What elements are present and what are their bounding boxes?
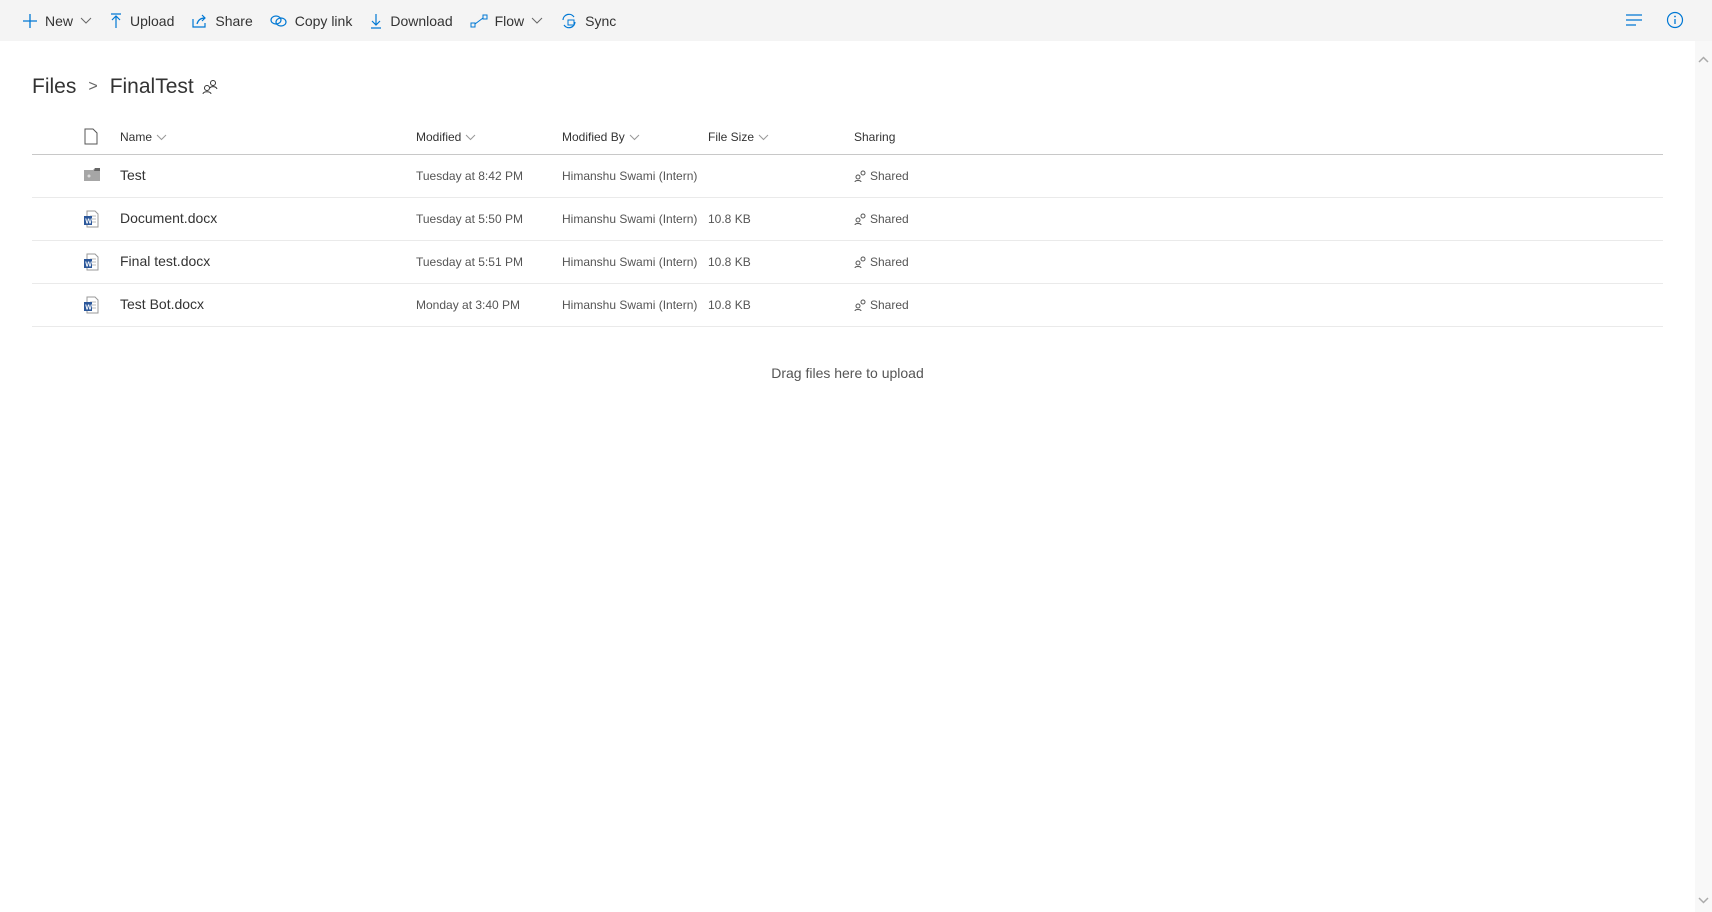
- file-type-icon[interactable]: [84, 128, 98, 145]
- chevron-down-icon: [466, 134, 476, 140]
- shared-people-icon: [854, 256, 866, 268]
- sharing-label: Shared: [870, 298, 909, 312]
- file-row[interactable]: W Test Bot.docx Monday at 3:40 PM Himans…: [32, 284, 1663, 327]
- shared-people-icon: [854, 299, 866, 311]
- sync-button[interactable]: Sync: [560, 12, 616, 30]
- command-bar: New Upload Share Copy link Download Flow…: [0, 0, 1712, 41]
- scroll-up-icon[interactable]: [1698, 56, 1709, 63]
- sharing-status[interactable]: Shared: [854, 255, 909, 269]
- modified-header-label: Modified: [416, 130, 462, 144]
- upload-label: Upload: [130, 12, 175, 29]
- svg-text:W: W: [85, 305, 92, 312]
- column-header-sharing[interactable]: Sharing: [854, 130, 895, 144]
- share-button[interactable]: Share: [191, 12, 253, 29]
- view-options-icon[interactable]: [1626, 14, 1643, 27]
- new-button[interactable]: New: [22, 13, 92, 29]
- breadcrumb: Files > FinalTest: [32, 75, 218, 99]
- name-header-label: Name: [120, 130, 153, 144]
- new-label: New: [45, 12, 74, 29]
- file-size: 10.8 KB: [708, 212, 751, 226]
- link-icon: [270, 14, 287, 27]
- breadcrumb-current: FinalTest: [109, 75, 194, 98]
- sync-label: Sync: [585, 12, 617, 29]
- download-label: Download: [390, 12, 453, 29]
- breadcrumb-separator-icon: >: [88, 78, 98, 95]
- word-document-icon: W: [84, 210, 99, 228]
- scroll-down-icon[interactable]: [1698, 897, 1709, 904]
- modified-by: Himanshu Swami (Intern): [562, 255, 698, 269]
- breadcrumb-files[interactable]: Files: [32, 75, 76, 99]
- sharing-label: Shared: [870, 255, 909, 269]
- svg-text:W: W: [85, 219, 92, 226]
- word-icon-wrap: W: [83, 253, 99, 274]
- chevron-down-icon: [531, 17, 543, 24]
- copy-link-label: Copy link: [294, 12, 353, 29]
- chevron-down-icon: [156, 134, 167, 140]
- file-size: 10.8 KB: [708, 255, 751, 269]
- flow-label: Flow: [494, 12, 525, 29]
- download-button[interactable]: Download: [369, 12, 453, 29]
- sharing-status[interactable]: Shared: [854, 212, 909, 226]
- vertical-scrollbar[interactable]: [1695, 41, 1712, 912]
- sharing-status[interactable]: Shared: [854, 169, 909, 183]
- modified-by-header-label: Modified By: [562, 130, 625, 144]
- modified-date: Tuesday at 5:50 PM: [416, 212, 523, 226]
- plus-icon: [23, 13, 37, 28]
- share-icon: [192, 14, 207, 28]
- sharing-status[interactable]: Shared: [854, 298, 909, 312]
- modified-by: Himanshu Swami (Intern): [562, 169, 698, 183]
- modified-date: Monday at 3:40 PM: [416, 298, 521, 312]
- sharing-label: Shared: [870, 169, 909, 183]
- file-name-link[interactable]: Document.docx: [120, 210, 217, 226]
- shared-people-icon: [854, 170, 866, 182]
- shared-people-icon: [854, 213, 866, 225]
- folder-icon: [84, 168, 100, 181]
- sync-icon: [562, 13, 576, 28]
- sharing-header-label: Sharing: [854, 130, 896, 144]
- column-header-modified[interactable]: Modified: [416, 130, 476, 144]
- file-row[interactable]: Test Tuesday at 8:42 PM Himanshu Swami (…: [32, 155, 1663, 198]
- folder-icon-wrap: [83, 167, 101, 185]
- chevron-down-icon: [758, 134, 769, 140]
- copy-link-button[interactable]: Copy link: [270, 12, 353, 29]
- modified-by: Himanshu Swami (Intern): [562, 298, 698, 312]
- file-list-header: Name Modified Modified By File Size Shar…: [32, 128, 1663, 155]
- modified-by: Himanshu Swami (Intern): [562, 212, 698, 226]
- word-icon-wrap: W: [83, 210, 99, 231]
- modified-date: Tuesday at 5:51 PM: [416, 255, 523, 269]
- file-name-link[interactable]: Final test.docx: [120, 253, 210, 269]
- word-icon-wrap: W: [83, 296, 99, 317]
- column-header-name[interactable]: Name: [120, 130, 167, 144]
- chevron-down-icon: [80, 17, 92, 24]
- upload-icon: [111, 12, 122, 28]
- shared-people-icon: [202, 80, 218, 95]
- modified-date: Tuesday at 8:42 PM: [416, 169, 523, 183]
- share-label: Share: [215, 12, 253, 29]
- file-size-header-label: File Size: [708, 130, 755, 144]
- upload-button[interactable]: Upload: [109, 13, 174, 29]
- info-icon[interactable]: [1666, 11, 1684, 29]
- word-document-icon: W: [84, 253, 99, 271]
- flow-button[interactable]: Flow: [470, 13, 544, 29]
- file-name-link[interactable]: Test: [120, 167, 146, 183]
- column-header-file-size[interactable]: File Size: [708, 130, 769, 144]
- svg-text:W: W: [85, 262, 92, 269]
- flow-icon: [470, 14, 488, 27]
- file-row[interactable]: W Final test.docx Tuesday at 5:51 PM Him…: [32, 241, 1663, 284]
- file-row[interactable]: W Document.docx Tuesday at 5:50 PM Himan…: [32, 198, 1663, 241]
- file-name-link[interactable]: Test Bot.docx: [120, 296, 204, 312]
- sharing-label: Shared: [870, 212, 909, 226]
- drop-zone-hint: Drag files here to upload: [771, 365, 924, 381]
- download-icon: [371, 13, 382, 29]
- file-size: 10.8 KB: [708, 298, 751, 312]
- chevron-down-icon: [629, 134, 640, 140]
- column-header-modified-by[interactable]: Modified By: [562, 130, 640, 144]
- word-document-icon: W: [84, 296, 99, 314]
